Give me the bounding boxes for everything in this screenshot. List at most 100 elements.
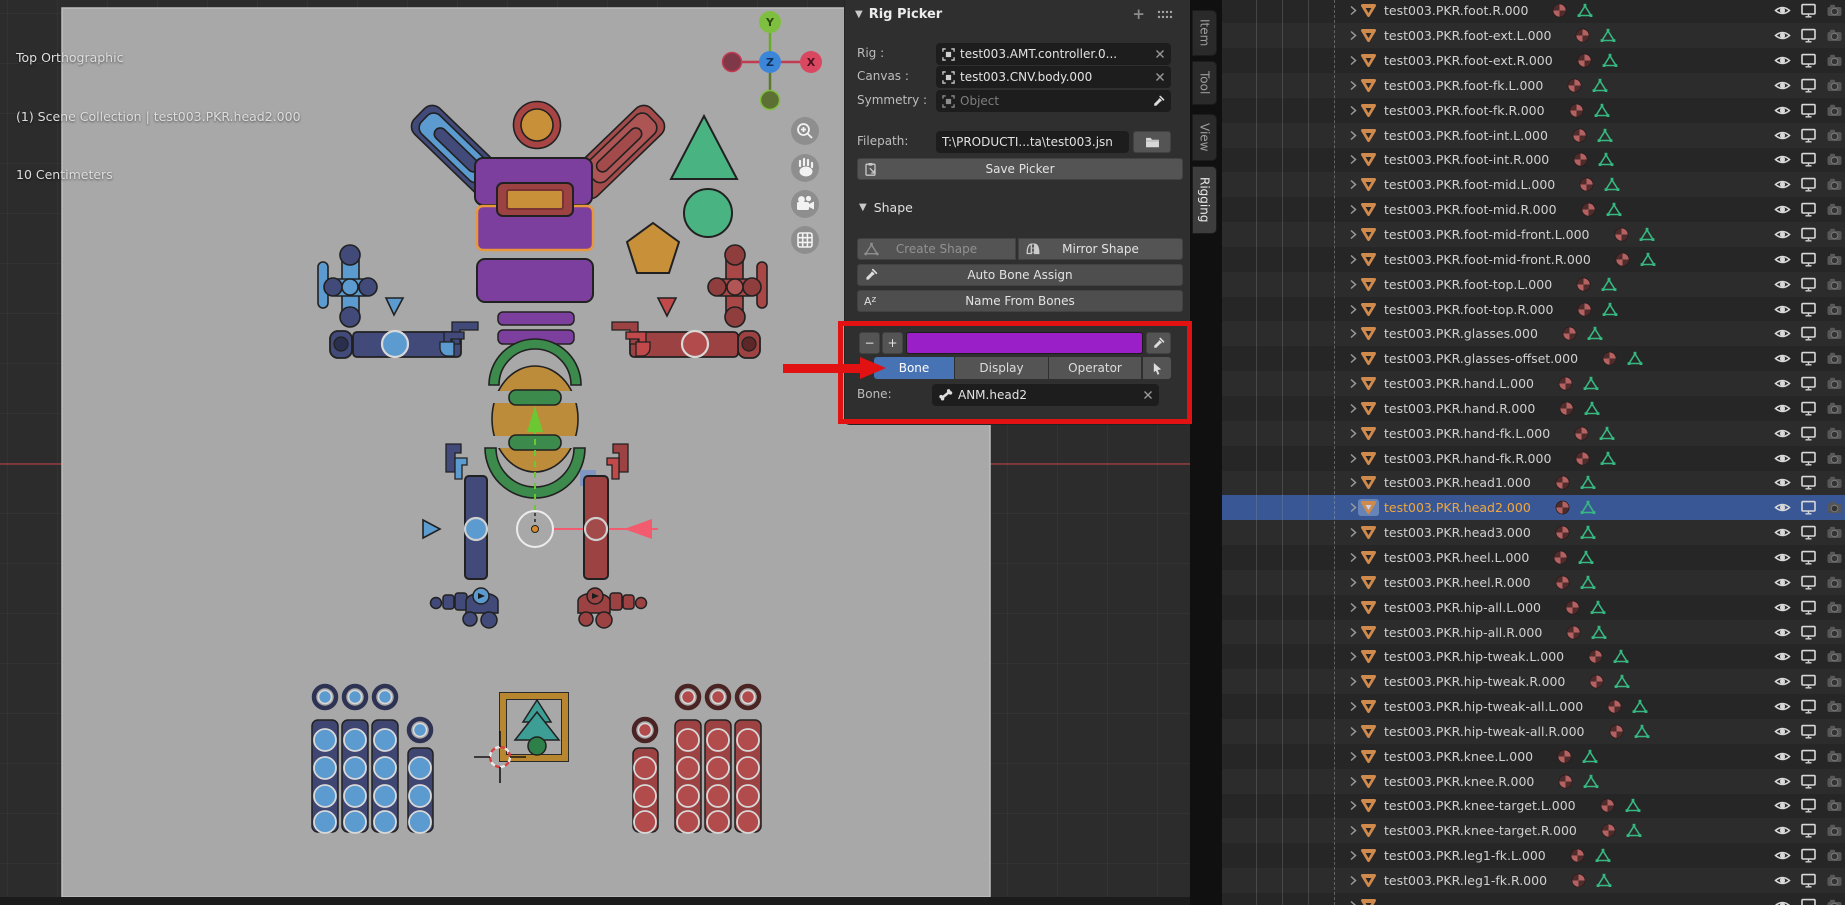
hide-eye-icon[interactable] (1774, 326, 1791, 341)
disable-render-icon[interactable] (1826, 277, 1843, 292)
hide-eye-icon[interactable] (1774, 823, 1791, 838)
outliner-row[interactable]: test003.PKR.heel.L.000 (1222, 545, 1845, 570)
disable-viewport-icon[interactable] (1800, 749, 1817, 764)
hide-eye-icon[interactable] (1774, 475, 1791, 490)
disable-render-icon[interactable] (1826, 28, 1843, 43)
add-panel-icon[interactable]: + (1132, 8, 1145, 20)
disable-render-icon[interactable] (1826, 749, 1843, 764)
material-icon[interactable] (1588, 649, 1603, 664)
disable-render-icon[interactable] (1826, 475, 1843, 490)
material-icon[interactable] (1567, 78, 1582, 93)
material-icon[interactable] (1575, 28, 1590, 43)
mesh-data-icon[interactable] (1598, 152, 1614, 167)
mesh-data-icon[interactable] (1584, 401, 1600, 416)
disable-render-icon[interactable] (1826, 625, 1843, 640)
expand-chevron-icon[interactable] (1348, 253, 1358, 266)
mesh-data-icon[interactable] (1594, 103, 1610, 118)
material-icon[interactable] (1579, 177, 1594, 192)
disable-viewport-icon[interactable] (1800, 302, 1817, 317)
hide-eye-icon[interactable] (1774, 28, 1791, 43)
mesh-data-icon[interactable] (1602, 53, 1618, 68)
outliner-item-label[interactable]: test003.PKR.hip-tweak.R.000 (1384, 674, 1565, 689)
material-icon[interactable] (1573, 152, 1588, 167)
disable-viewport-icon[interactable] (1800, 426, 1817, 441)
disable-render-icon[interactable] (1826, 252, 1843, 267)
color-swatch[interactable] (906, 332, 1143, 354)
expand-chevron-icon[interactable] (1348, 327, 1358, 340)
disable-viewport-icon[interactable] (1800, 128, 1817, 143)
outliner-row[interactable]: test003.PKR.foot-mid.R.000 (1222, 197, 1845, 222)
outliner-row[interactable]: test003.PKR.foot-mid-front.R.000 (1222, 247, 1845, 272)
disable-viewport-icon[interactable] (1800, 78, 1817, 93)
disable-viewport-icon[interactable] (1800, 873, 1817, 888)
expand-chevron-icon[interactable] (1348, 29, 1358, 42)
outliner-row[interactable]: test003.PKR.glasses.000 (1222, 321, 1845, 346)
outliner-row[interactable]: test003.PKR.heel.R.000 (1222, 570, 1845, 595)
material-icon[interactable] (1577, 302, 1592, 317)
tab-bone[interactable]: Bone (874, 357, 954, 379)
mesh-data-icon[interactable] (1596, 873, 1612, 888)
mesh-data-icon[interactable] (1580, 525, 1596, 540)
outliner-row[interactable]: test003.PKR.hip-tweak.R.000 (1222, 669, 1845, 694)
expand-chevron-icon[interactable] (1348, 178, 1358, 191)
disable-render-icon[interactable] (1826, 351, 1843, 366)
disable-viewport-icon[interactable] (1800, 451, 1817, 466)
disable-render-icon[interactable] (1826, 873, 1843, 888)
outliner-item-label[interactable]: test003.PKR.foot-mid.L.000 (1384, 177, 1555, 192)
expand-chevron-icon[interactable] (1348, 476, 1358, 489)
disable-viewport-icon[interactable] (1800, 848, 1817, 863)
save-picker-button[interactable]: Save Picker (857, 158, 1183, 180)
outliner-item-label[interactable]: test003.PKR.knee.R.000 (1384, 774, 1534, 789)
material-icon[interactable] (1569, 103, 1584, 118)
expand-chevron-icon[interactable] (1348, 650, 1358, 663)
mesh-data-icon[interactable] (1583, 376, 1599, 391)
hide-eye-icon[interactable] (1774, 848, 1791, 863)
expand-chevron-icon[interactable] (1348, 750, 1358, 763)
auto-bone-assign-button[interactable]: Auto Bone Assign (857, 264, 1183, 286)
outliner-item-label[interactable]: test003.PKR.knee-target.L.000 (1384, 798, 1576, 813)
disable-render-icon[interactable] (1826, 426, 1843, 441)
picker-shape-circle-green[interactable] (684, 189, 732, 237)
hide-eye-icon[interactable] (1774, 302, 1791, 317)
outliner-row[interactable]: test003.PKR.glasses-offset.000 (1222, 346, 1845, 371)
mesh-data-icon[interactable] (1613, 649, 1629, 664)
material-icon[interactable] (1562, 326, 1577, 341)
hide-eye-icon[interactable] (1774, 873, 1791, 888)
hide-eye-icon[interactable] (1774, 376, 1791, 391)
material-icon[interactable] (1555, 525, 1570, 540)
outliner-item-label[interactable]: test003.PKR.foot-fk.R.000 (1384, 103, 1545, 118)
disable-viewport-icon[interactable] (1800, 177, 1817, 192)
disable-viewport-icon[interactable] (1800, 351, 1817, 366)
picker-shape-head-ring[interactable] (514, 102, 561, 149)
tab-rigging[interactable]: Rigging (1192, 166, 1217, 234)
outliner-item-label[interactable]: test003.PKR.foot-ext.R.000 (1384, 53, 1553, 68)
disable-viewport-icon[interactable] (1800, 798, 1817, 813)
material-icon[interactable] (1614, 227, 1629, 242)
mesh-data-icon[interactable] (1583, 774, 1599, 789)
hide-eye-icon[interactable] (1774, 798, 1791, 813)
expand-chevron-icon[interactable] (1348, 4, 1358, 17)
symmetry-field[interactable]: Object (936, 90, 1171, 112)
disable-render-icon[interactable] (1826, 674, 1843, 689)
disable-viewport-icon[interactable] (1800, 898, 1817, 905)
disable-render-icon[interactable] (1826, 3, 1843, 18)
expand-chevron-icon[interactable] (1348, 452, 1358, 465)
disable-render-icon[interactable] (1826, 848, 1843, 863)
material-icon[interactable] (1571, 873, 1586, 888)
mesh-data-icon[interactable] (1580, 575, 1596, 590)
disable-render-icon[interactable] (1826, 401, 1843, 416)
material-icon[interactable] (1575, 451, 1590, 466)
outliner-item-label[interactable]: test003.PKR.hip-tweak.L.000 (1384, 649, 1564, 664)
expand-chevron-icon[interactable] (1348, 501, 1358, 514)
material-icon[interactable] (1581, 202, 1596, 217)
disable-render-icon[interactable] (1826, 550, 1843, 565)
material-icon[interactable] (1565, 600, 1580, 615)
hide-eye-icon[interactable] (1774, 401, 1791, 416)
outliner-item-label[interactable]: test003.PKR.foot-ext.L.000 (1384, 28, 1551, 43)
mesh-data-icon[interactable] (1582, 749, 1598, 764)
outliner-row[interactable]: test003.PKR.foot-int.L.000 (1222, 123, 1845, 148)
canvas-field[interactable]: test003.CNV.body.000 (936, 66, 1171, 88)
zoom-button[interactable] (791, 117, 819, 145)
mesh-data-icon[interactable] (1599, 426, 1615, 441)
outliner-item-label[interactable]: test003.PKR.hip-tweak-all.R.000 (1384, 724, 1585, 739)
